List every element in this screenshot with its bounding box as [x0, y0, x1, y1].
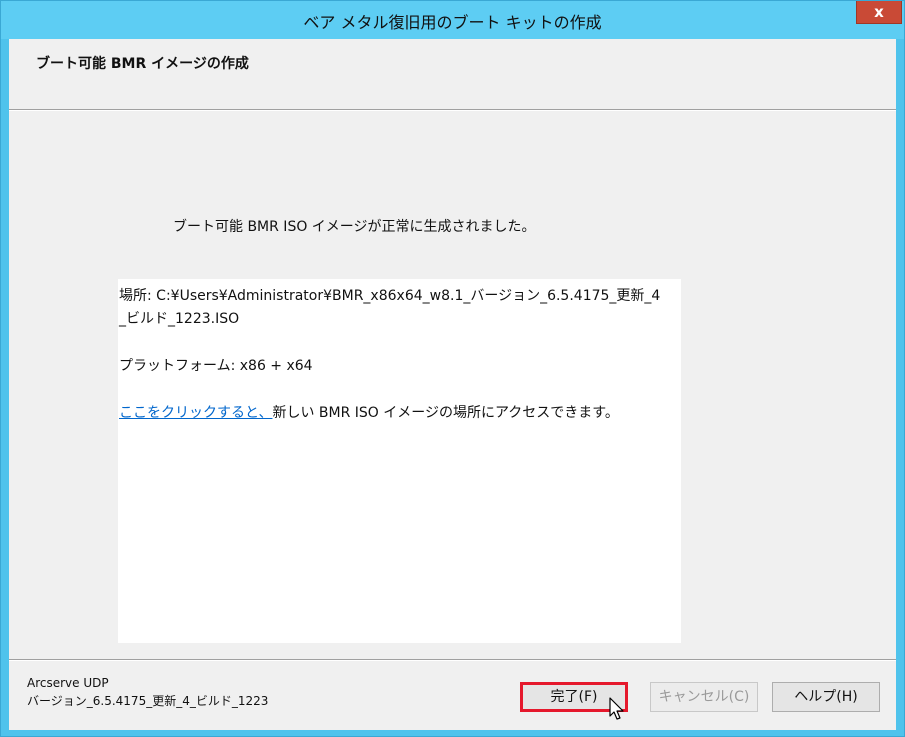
open-location-link[interactable]: ここをクリックすると、 [119, 405, 272, 421]
success-message: ブート可能 BMR ISO イメージが正常に生成されました。 [173, 219, 536, 235]
access-location-text: 新しい BMR ISO イメージの場所にアクセスできます。 [272, 405, 619, 421]
location-text-line2: _ビルド_1223.ISO [119, 311, 240, 327]
title-bar[interactable]: ベア メタル復旧用のブート キットの作成 x [1, 1, 904, 39]
wizard-header: ブート可能 BMR イメージの作成 [9, 39, 896, 109]
close-button[interactable]: x [856, 1, 902, 24]
footer-divider [9, 659, 896, 661]
product-version: バージョン_6.5.4175_更新_4_ビルド_1223 [27, 694, 269, 708]
dialog-body: ブート可能 BMR イメージの作成 ブート可能 BMR ISO イメージが正常に… [9, 39, 896, 730]
page-title: ブート可能 BMR イメージの作成 [36, 56, 249, 72]
help-button[interactable]: ヘルプ(H) [772, 682, 880, 712]
result-info-panel: 場所: C:¥Users¥Administrator¥BMR_x86x64_w8… [118, 279, 681, 643]
product-name: Arcserve UDP [27, 676, 109, 690]
header-divider [9, 109, 896, 111]
cancel-button[interactable]: キャンセル(C) [650, 682, 758, 712]
access-location-line: ここをクリックすると、新しい BMR ISO イメージの場所にアクセスできます。 [119, 402, 619, 422]
dialog-window: ベア メタル復旧用のブート キットの作成 x ブート可能 BMR イメージの作成… [0, 0, 905, 737]
mouse-pointer-icon [609, 697, 624, 720]
platform-text: プラットフォーム: x86 + x64 [119, 358, 313, 374]
location-text-line1: 場所: C:¥Users¥Administrator¥BMR_x86x64_w8… [119, 288, 661, 304]
window-title: ベア メタル復旧用のブート キットの作成 [303, 13, 602, 32]
